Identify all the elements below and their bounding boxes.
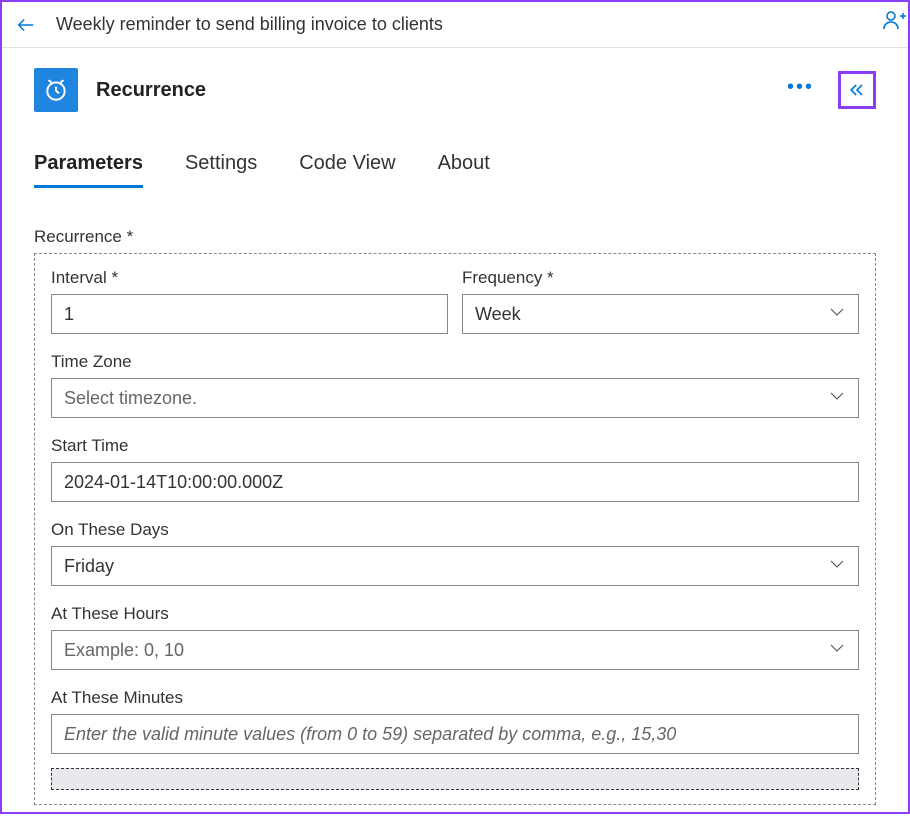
- timezone-field: Time Zone Select timezone.: [51, 352, 859, 418]
- hours-select[interactable]: Example: 0, 10: [51, 630, 859, 670]
- tab-code-view[interactable]: Code View: [299, 152, 395, 188]
- minutes-label: At These Minutes: [51, 688, 859, 708]
- chevron-down-icon: [828, 639, 846, 662]
- hours-label: At These Hours: [51, 604, 859, 624]
- days-label: On These Days: [51, 520, 859, 540]
- days-select[interactable]: Friday: [51, 546, 859, 586]
- top-bar: Weekly reminder to send billing invoice …: [2, 2, 908, 48]
- tab-about[interactable]: About: [438, 152, 490, 188]
- preview-box: [51, 768, 859, 790]
- days-value: Friday: [64, 556, 114, 577]
- starttime-label: Start Time: [51, 436, 859, 456]
- starttime-input[interactable]: [51, 462, 859, 502]
- tab-parameters[interactable]: Parameters: [34, 152, 143, 188]
- tab-settings[interactable]: Settings: [185, 152, 257, 188]
- interval-label: Interval *: [51, 268, 448, 288]
- timezone-placeholder: Select timezone.: [64, 388, 197, 409]
- chevron-down-icon: [828, 387, 846, 410]
- content-area: Recurrence ••• Parameters Settings Code …: [2, 48, 908, 825]
- back-button[interactable]: [10, 9, 42, 41]
- user-icon[interactable]: [882, 8, 906, 37]
- section-label: Recurrence *: [34, 227, 876, 247]
- timezone-label: Time Zone: [51, 352, 859, 372]
- card-header: Recurrence •••: [34, 68, 876, 112]
- recurrence-icon: [34, 68, 78, 112]
- minutes-field: At These Minutes: [51, 688, 859, 754]
- interval-field: Interval *: [51, 268, 448, 334]
- recurrence-fieldset: Interval * Frequency * Week Time Zone Se…: [34, 253, 876, 805]
- card-title: Recurrence: [96, 79, 206, 102]
- interval-input[interactable]: [51, 294, 448, 334]
- chevron-down-icon: [828, 555, 846, 578]
- card-header-right: •••: [787, 71, 876, 109]
- collapse-button[interactable]: [838, 71, 876, 109]
- minutes-input[interactable]: [51, 714, 859, 754]
- flow-title: Weekly reminder to send billing invoice …: [56, 14, 443, 35]
- hours-field: At These Hours Example: 0, 10: [51, 604, 859, 670]
- hours-placeholder: Example: 0, 10: [64, 640, 184, 661]
- frequency-select[interactable]: Week: [462, 294, 859, 334]
- card-header-left: Recurrence: [34, 68, 206, 112]
- starttime-field: Start Time: [51, 436, 859, 502]
- chevron-down-icon: [828, 303, 846, 326]
- more-button[interactable]: •••: [787, 76, 814, 105]
- timezone-select[interactable]: Select timezone.: [51, 378, 859, 418]
- days-field: On These Days Friday: [51, 520, 859, 586]
- frequency-label: Frequency *: [462, 268, 859, 288]
- frequency-value: Week: [475, 304, 521, 325]
- frequency-field: Frequency * Week: [462, 268, 859, 334]
- tabs: Parameters Settings Code View About: [34, 152, 876, 189]
